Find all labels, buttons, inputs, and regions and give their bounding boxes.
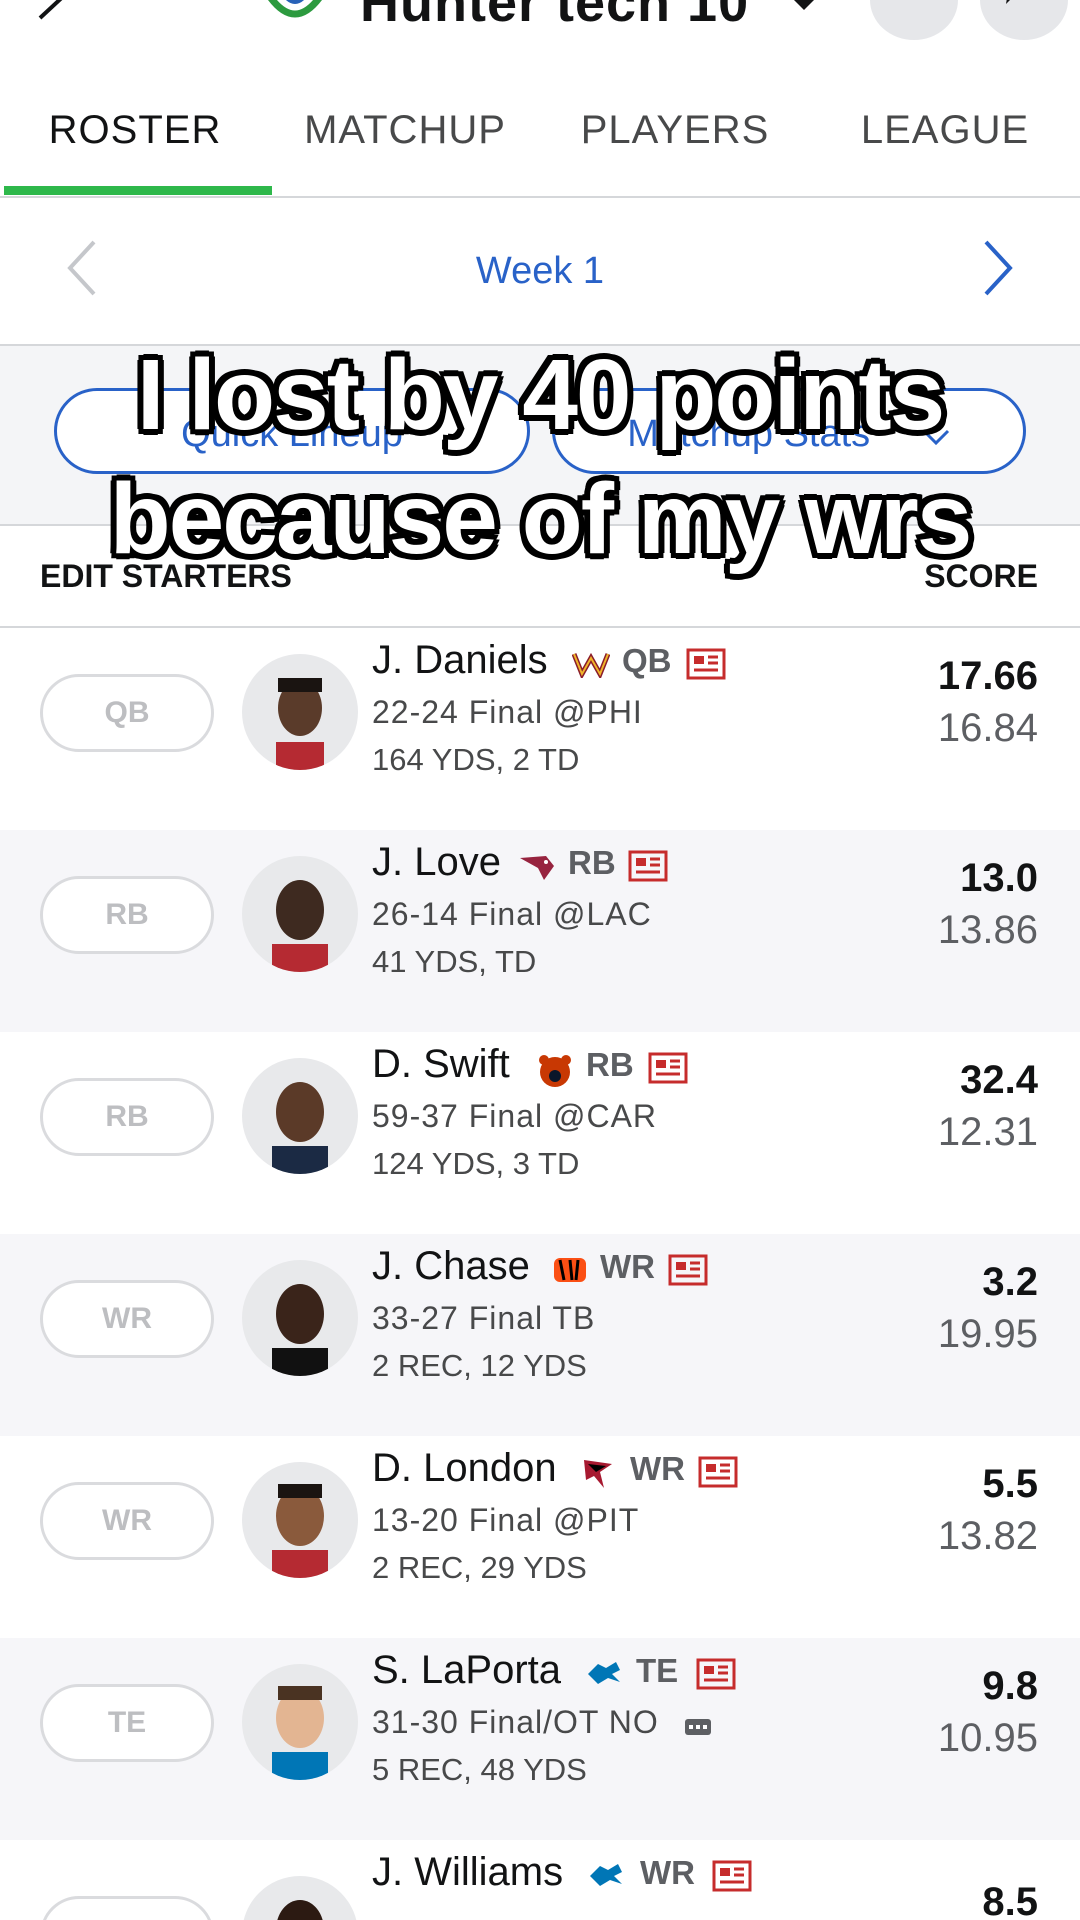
notifications-button[interactable] (870, 0, 958, 40)
back-arrow-icon[interactable] (30, 0, 90, 30)
game-result: 22-24 Final @PHI (372, 694, 643, 730)
chevron-right-icon[interactable] (980, 238, 1016, 298)
lions-logo-icon (588, 1662, 620, 1684)
stat-line: 41 YDS, TD (372, 944, 537, 979)
game-result: 13-20 Final @PIT (372, 1502, 640, 1538)
player-name[interactable]: J. Chase (372, 1244, 530, 1289)
projected-points: 13.82 (937, 1514, 1038, 1558)
game-result: 31-30 Final/OT NO (372, 1704, 713, 1741)
commanders-logo-icon (572, 652, 610, 678)
actual-points: 5.5 (982, 1462, 1038, 1506)
league-shield-logo (268, 0, 322, 18)
game-result: 26-14 Final @LAC (372, 896, 652, 932)
news-icon[interactable] (628, 850, 668, 882)
lions-logo-icon (590, 1864, 622, 1886)
player-name[interactable]: D. Swift (372, 1042, 510, 1087)
player-row[interactable]: RB D. Swift RB 59-37 Final @CAR 124 YDS,… (0, 1032, 1080, 1234)
player-row[interactable]: WR D. London WR 13-20 Final @PIT 2 REC, … (0, 1436, 1080, 1638)
news-icon[interactable] (686, 648, 726, 680)
tab-players[interactable]: PLAYERS (540, 108, 810, 153)
avatar (242, 1058, 358, 1174)
game-result-text: 31-30 Final/OT NO (372, 1704, 659, 1740)
bell-icon (894, 0, 934, 2)
messages-button[interactable] (980, 0, 1068, 40)
player-position: WR (600, 1248, 655, 1285)
week-label[interactable]: Week 1 (0, 250, 1080, 293)
player-position: WR (640, 1854, 695, 1891)
chat-icon (1006, 0, 1010, 4)
player-name[interactable]: J. Love (372, 840, 501, 885)
avatar (242, 1876, 358, 1920)
edit-starters-link[interactable]: EDIT STARTERS (40, 558, 292, 595)
player-name[interactable]: D. London (372, 1446, 557, 1491)
projected-points: 12.31 (937, 1110, 1038, 1154)
news-icon[interactable] (696, 1658, 736, 1690)
slot-button[interactable]: TE (40, 1684, 214, 1762)
avatar (242, 1260, 358, 1376)
roster-column-header: EDIT STARTERS SCORE (0, 526, 1080, 628)
bears-logo-icon (539, 1055, 571, 1087)
projected-points: 16.84 (937, 706, 1038, 750)
avatar (242, 1462, 358, 1578)
stat-line: 5 REC, 48 YDS (372, 1752, 587, 1787)
actual-points: 9.8 (982, 1664, 1038, 1708)
active-tab-indicator (4, 186, 272, 195)
week-selector: Week 1 (0, 198, 1080, 346)
projected-points: 13.86 (937, 908, 1038, 952)
stat-line: 2 REC, 29 YDS (372, 1550, 587, 1585)
news-icon[interactable] (698, 1456, 738, 1488)
stat-line: 164 YDS, 2 TD (372, 742, 580, 777)
actual-points: 3.2 (982, 1260, 1038, 1304)
falcons-logo-icon (584, 1460, 612, 1488)
player-row[interactable]: WR J. Chase WR 33-27 Final TB 2 REC, 12 … (0, 1234, 1080, 1436)
actual-points: 32.4 (960, 1058, 1038, 1102)
player-position: TE (636, 1652, 679, 1689)
bengals-logo-icon (554, 1258, 586, 1282)
player-row[interactable]: J. Williams WR 8.5 (0, 1840, 1080, 1920)
stat-line: 2 REC, 12 YDS (372, 1348, 587, 1383)
player-name[interactable]: S. LaPorta (372, 1648, 561, 1693)
news-icon[interactable] (648, 1052, 688, 1084)
tab-roster[interactable]: ROSTER (0, 108, 270, 153)
player-position: QB (622, 642, 672, 679)
app-header: Hunter tech 10 (0, 0, 1080, 60)
actual-points: 17.66 (937, 654, 1038, 698)
avatar (242, 1664, 358, 1780)
tab-league[interactable]: LEAGUE (810, 108, 1080, 153)
game-result: 33-27 Final TB (372, 1300, 596, 1336)
actual-points: 8.5 (982, 1880, 1038, 1920)
avatar (242, 654, 358, 770)
slot-button[interactable]: WR (40, 1482, 214, 1560)
news-icon[interactable] (668, 1254, 708, 1286)
tab-matchup[interactable]: MATCHUP (270, 108, 540, 153)
news-icon[interactable] (712, 1860, 752, 1892)
projected-points: 10.95 (937, 1716, 1038, 1760)
player-row[interactable]: QB J. Daniels QB 22-24 Final @PHI 164 YD… (0, 628, 1080, 830)
score-column-label: SCORE (924, 558, 1038, 594)
cardinals-logo-icon (520, 856, 554, 880)
chevron-down-icon[interactable] (790, 0, 818, 12)
caption-line-1: I lost by 40 points (136, 339, 946, 451)
player-name[interactable]: J. Daniels (372, 638, 548, 683)
player-position: RB (586, 1046, 634, 1083)
stat-line: 124 YDS, 3 TD (372, 1146, 580, 1181)
slot-button[interactable]: RB (40, 1078, 214, 1156)
stadium-icon (684, 1718, 711, 1735)
player-row[interactable]: RB J. Love RB 26-14 Final @LAC 41 YDS, T… (0, 830, 1080, 1032)
team-name[interactable]: Hunter tech 10 (360, 0, 749, 34)
player-position: WR (630, 1450, 685, 1487)
slot-button[interactable]: WR (40, 1280, 214, 1358)
game-result: 59-37 Final @CAR (372, 1098, 658, 1134)
tab-bar: ROSTER MATCHUP PLAYERS LEAGUE (0, 100, 1080, 198)
projected-points: 19.95 (937, 1312, 1038, 1356)
player-name[interactable]: J. Williams (372, 1850, 563, 1895)
slot-button[interactable]: QB (40, 674, 214, 752)
actual-points: 13.0 (960, 856, 1038, 900)
player-position: RB (568, 844, 616, 881)
slot-button[interactable] (40, 1896, 214, 1920)
avatar (242, 856, 358, 972)
slot-button[interactable]: RB (40, 876, 214, 954)
player-row[interactable]: TE S. LaPorta TE 31-30 Final/OT NO 5 REC… (0, 1638, 1080, 1840)
